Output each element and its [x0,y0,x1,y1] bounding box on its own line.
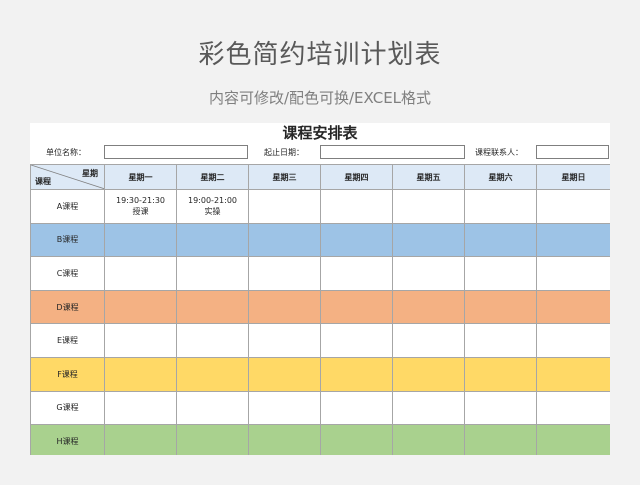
sheet-title: 课程安排表 [282,124,358,142]
corner-header: 星期 课程 [30,164,105,190]
schedule-cell[interactable] [464,356,537,392]
schedule-cell[interactable] [176,222,249,258]
schedule-cell[interactable] [536,289,610,325]
day-header: 星期三 [248,164,321,190]
schedule-cell[interactable] [104,424,177,455]
course-name: D课程 [30,289,105,325]
course-row: G课程 [30,390,610,426]
day-header: 星期二 [176,164,249,190]
schedule-cell[interactable] [176,390,249,426]
page-title: 彩色简约培训计划表 [198,40,442,70]
schedule-cell[interactable] [104,289,177,325]
course-row: C课程 [30,256,610,291]
schedule-cell[interactable] [536,189,610,224]
unit-name-field[interactable] [104,145,248,159]
header-row: 星期 课程 星期一 星期二 星期三 星期四 星期五 星期六 星期日 [30,164,610,190]
schedule-cell[interactable] [176,256,249,291]
schedule-cell[interactable] [392,390,465,426]
course-name: H课程 [30,424,105,455]
course-row: A课程 19:30-21:30 授课 19:00-21:00 实操 [30,189,610,224]
schedule-cell[interactable] [320,323,393,358]
schedule-cell[interactable] [248,356,321,392]
schedule-cell[interactable] [320,424,393,455]
schedule-cell[interactable] [320,356,393,392]
schedule-cell[interactable] [464,222,537,258]
day-header: 星期一 [104,164,177,190]
course-name: F课程 [30,356,105,392]
schedule-cell[interactable] [392,289,465,325]
schedule-sheet: 课程安排表 单位名称： 起止日期： 课程联系人： 星期 课程 星期一 星期二 星… [30,123,610,455]
schedule-cell[interactable] [536,356,610,392]
schedule-cell[interactable] [392,256,465,291]
date-range-field[interactable] [320,145,465,159]
schedule-cell[interactable] [248,189,321,224]
schedule-cell[interactable] [536,424,610,455]
schedule-cell[interactable] [176,323,249,358]
unit-name-label: 单位名称： [46,148,86,157]
schedule-cell[interactable] [320,390,393,426]
schedule-cell[interactable] [104,222,177,258]
corner-course-label: 课程 [35,177,51,186]
day-header: 星期日 [536,164,610,190]
schedule-cell[interactable] [248,390,321,426]
schedule-cell[interactable] [392,323,465,358]
schedule-cell[interactable] [320,256,393,291]
course-row: D课程 [30,289,610,325]
cell-type: 授课 [132,207,149,217]
cell-time: 19:00-21:00 [188,196,237,206]
schedule-cell[interactable] [392,189,465,224]
corner-weekday-label: 星期 [82,169,98,178]
course-name: G课程 [30,390,105,426]
cell-time: 19:30-21:30 [116,196,165,206]
schedule-cell[interactable] [392,222,465,258]
schedule-cell[interactable] [320,189,393,224]
schedule-cell[interactable]: 19:30-21:30 授课 [104,189,177,224]
contact-label: 课程联系人： [475,148,523,157]
course-name: B课程 [30,222,105,258]
schedule-cell[interactable] [464,256,537,291]
schedule-cell[interactable] [464,189,537,224]
course-name: E课程 [30,323,105,358]
schedule-cell[interactable] [248,289,321,325]
schedule-cell[interactable] [320,222,393,258]
schedule-table: 星期 课程 星期一 星期二 星期三 星期四 星期五 星期六 星期日 A课程 19… [30,164,610,455]
course-name: C课程 [30,256,105,291]
schedule-cell[interactable] [248,256,321,291]
schedule-cell[interactable] [248,424,321,455]
schedule-cell[interactable] [104,390,177,426]
schedule-cell[interactable] [176,424,249,455]
schedule-cell[interactable] [320,289,393,325]
schedule-cell[interactable] [536,390,610,426]
date-range-label: 起止日期： [264,148,304,157]
schedule-cell[interactable] [104,356,177,392]
schedule-cell[interactable] [176,356,249,392]
schedule-cell[interactable] [104,256,177,291]
schedule-cell[interactable]: 19:00-21:00 实操 [176,189,249,224]
page-subtitle: 内容可修改/配色可换/EXCEL格式 [208,89,432,107]
schedule-cell[interactable] [392,356,465,392]
schedule-cell[interactable] [104,323,177,358]
course-name: A课程 [30,189,105,224]
course-row: E课程 [30,323,610,358]
course-row: B课程 [30,222,610,258]
day-header: 星期六 [464,164,537,190]
day-header: 星期四 [320,164,393,190]
course-row: F课程 [30,356,610,392]
schedule-cell[interactable] [176,289,249,325]
contact-field[interactable] [536,145,609,159]
cell-type: 实操 [204,207,221,217]
course-row: H课程 [30,424,610,455]
schedule-cell[interactable] [536,256,610,291]
schedule-cell[interactable] [536,222,610,258]
schedule-cell[interactable] [464,424,537,455]
schedule-cell[interactable] [464,390,537,426]
schedule-cell[interactable] [536,323,610,358]
schedule-cell[interactable] [248,222,321,258]
schedule-cell[interactable] [464,289,537,325]
day-header: 星期五 [392,164,465,190]
schedule-cell[interactable] [392,424,465,455]
schedule-cell[interactable] [464,323,537,358]
schedule-cell[interactable] [248,323,321,358]
